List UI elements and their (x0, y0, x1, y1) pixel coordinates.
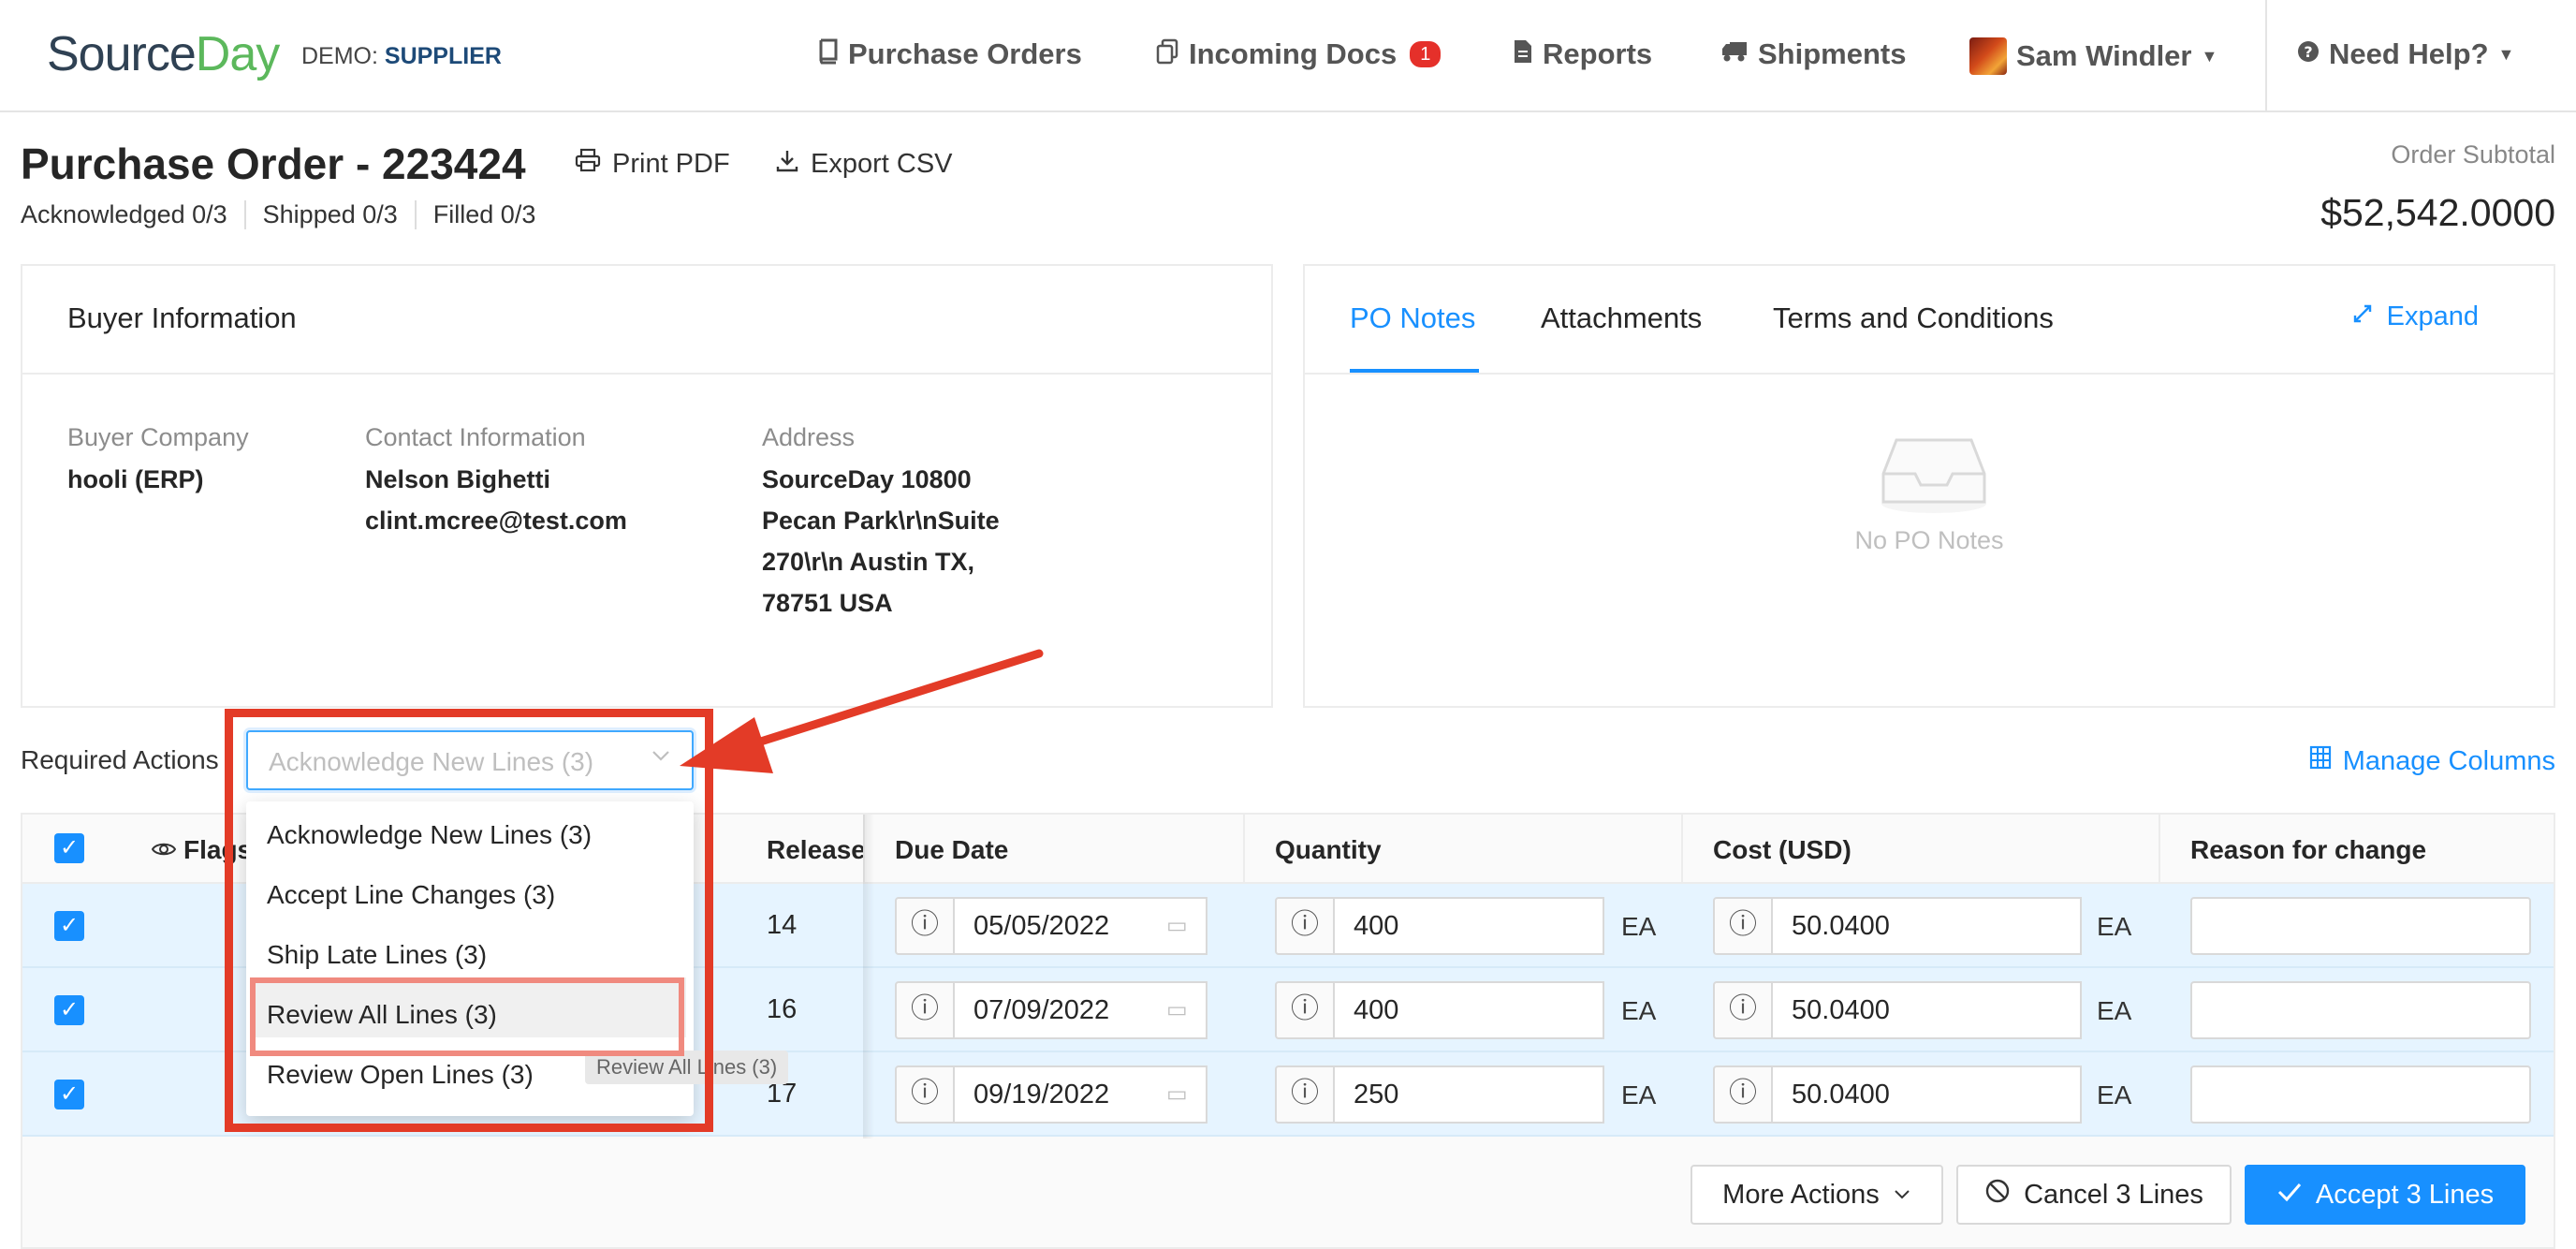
annotation-arrow (680, 649, 1044, 773)
